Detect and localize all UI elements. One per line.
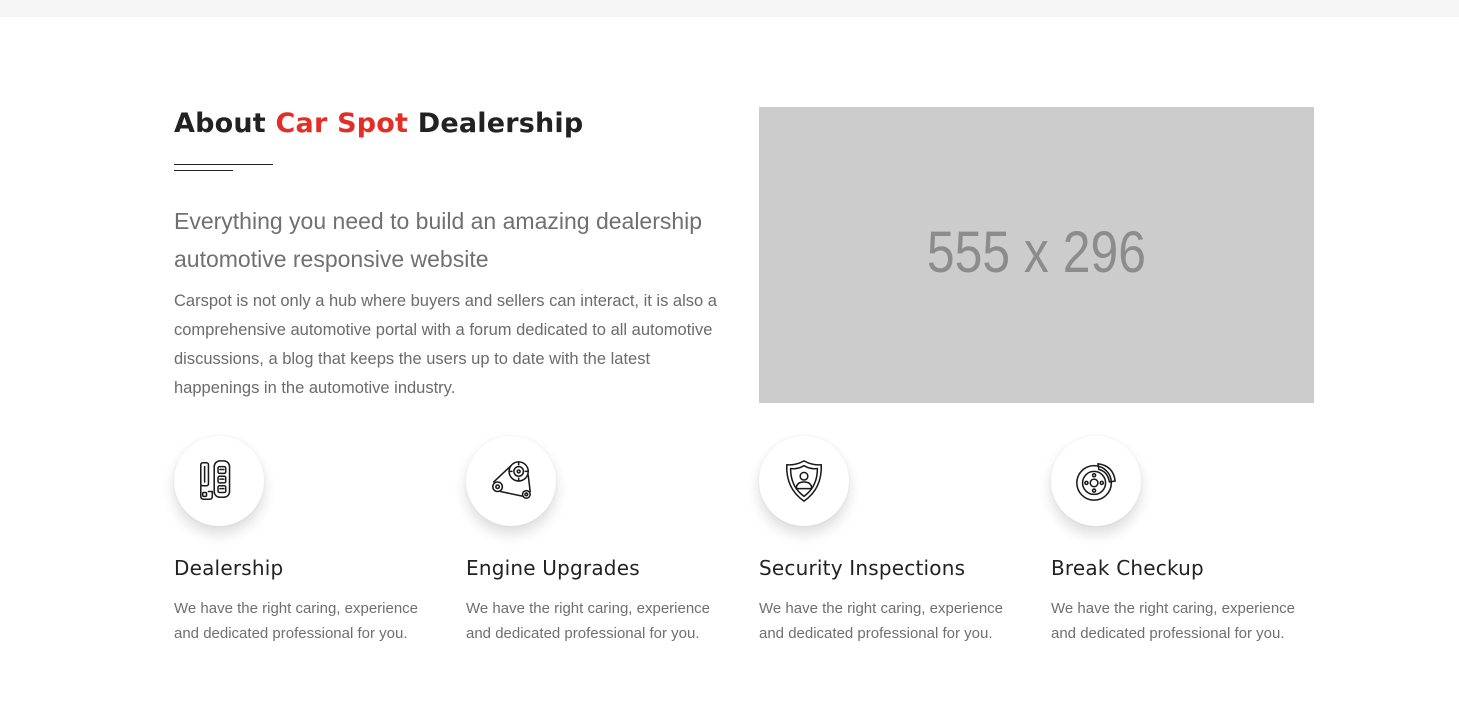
feature-icon-circle	[1051, 436, 1141, 526]
feature-description: We have the right caring, experience and…	[174, 600, 419, 642]
feature-title: Break Checkup	[1051, 556, 1204, 580]
about-lead: Everything you need to build an amazing …	[174, 208, 703, 272]
feature-description: We have the right caring, experience and…	[759, 600, 1004, 642]
feature-icon-circle	[466, 436, 556, 526]
timing-belt-icon	[492, 461, 531, 500]
heading-prefix: About	[174, 108, 266, 139]
heading-divider-short	[174, 170, 233, 171]
feature-description: We have the right caring, experience and…	[1051, 600, 1296, 642]
heading-divider-long	[174, 164, 273, 165]
about-image-placeholder: 555 x 296	[759, 107, 1314, 403]
feature-break-checkup: Break Checkup We have the right caring, …	[1051, 436, 1321, 642]
brake-disc-icon	[1076, 462, 1116, 501]
car-key-icon	[200, 460, 231, 500]
feature-title: Dealership	[174, 556, 284, 580]
feature-engine-upgrades: Engine Upgrades We have the right caring…	[466, 436, 736, 642]
about-body: Carspot is not only a hub where buyers a…	[174, 292, 717, 397]
feature-title: Engine Upgrades	[466, 556, 640, 580]
heading-brand: Car Spot	[275, 108, 409, 139]
feature-dealership: Dealership We have the right caring, exp…	[174, 436, 444, 642]
feature-description: We have the right caring, experience and…	[466, 600, 711, 642]
heading-suffix: Dealership	[417, 108, 584, 139]
feature-icon-circle	[174, 436, 264, 526]
feature-security-inspections: Security Inspections We have the right c…	[759, 436, 1029, 642]
feature-title: Security Inspections	[759, 556, 966, 580]
image-placeholder-label: 555 x 296	[926, 219, 1147, 285]
shield-user-icon	[785, 460, 823, 502]
about-heading: About Car Spot Dealership	[174, 108, 583, 139]
feature-icon-circle	[759, 436, 849, 526]
top-strip	[0, 0, 1459, 17]
